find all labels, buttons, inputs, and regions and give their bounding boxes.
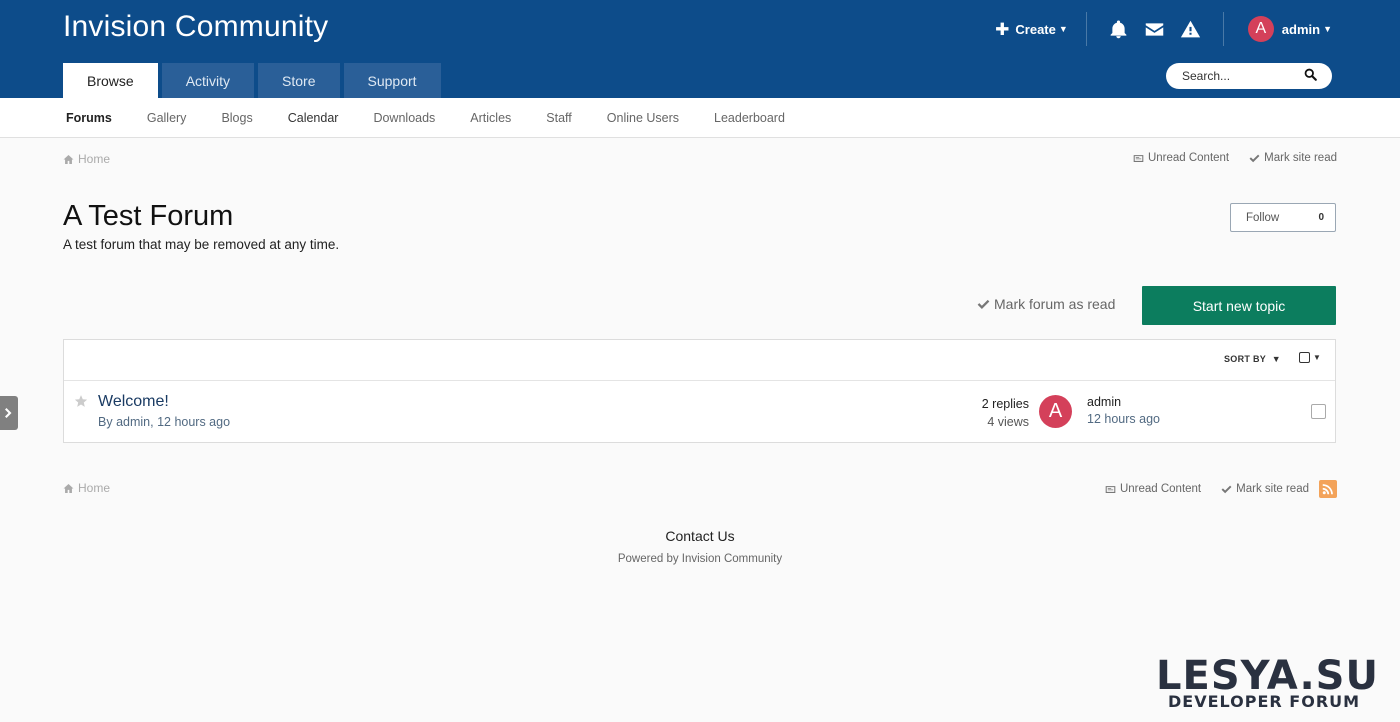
contact-us-link[interactable]: Contact Us	[665, 528, 734, 544]
search-icon[interactable]	[1304, 68, 1317, 84]
start-new-topic-button[interactable]: Start new topic	[1142, 286, 1336, 325]
watermark-logo: LESYA.SU	[1156, 653, 1379, 699]
user-bar: ✚ Create ▼ A admin ▼	[995, 10, 1332, 48]
mark-site-read-link[interactable]: Mark site read	[1221, 483, 1309, 495]
caret-down-icon: ▼	[1271, 354, 1281, 364]
check-icon	[977, 299, 990, 309]
search-placeholder: Search...	[1182, 69, 1231, 83]
breadcrumb-actions-bottom: Unread Content Mark site read	[1085, 480, 1337, 498]
main-nav-tabs: Browse Activity Store Support	[63, 63, 445, 98]
unread-icon	[1133, 154, 1144, 162]
site-title[interactable]: Invision Community	[63, 10, 328, 44]
bell-icon[interactable]	[1108, 18, 1130, 40]
topic-time: 12 hours ago	[157, 415, 231, 429]
breadcrumb[interactable]: Home	[63, 152, 110, 166]
username: admin	[1281, 21, 1321, 37]
breadcrumb-home: Home	[78, 152, 111, 166]
check-icon	[1221, 485, 1232, 493]
caret-down-icon: ▼	[1313, 353, 1321, 362]
checkbox-icon	[1299, 352, 1310, 363]
topic-list-header: SORT BY ▼ ▼	[64, 340, 1335, 381]
home-icon	[63, 483, 74, 493]
topic-select-checkbox[interactable]	[1311, 404, 1326, 419]
mark-site-read-link[interactable]: Mark site read	[1249, 152, 1337, 164]
subnav-downloads[interactable]: Downloads	[373, 111, 435, 125]
star-icon[interactable]	[74, 394, 88, 408]
follow-button[interactable]: Follow 0	[1230, 203, 1336, 232]
unread-content-link[interactable]: Unread Content	[1133, 152, 1229, 164]
plus-icon: ✚	[995, 19, 1010, 39]
last-post-time: 12 hours ago	[1087, 412, 1160, 426]
page-title: A Test Forum	[63, 200, 234, 232]
unread-content-label: Unread Content	[1147, 152, 1230, 164]
create-label: Create	[1015, 21, 1056, 37]
rss-icon[interactable]	[1319, 480, 1337, 498]
unread-content-label: Unread Content	[1119, 483, 1202, 495]
sort-by-label: SORT BY	[1224, 354, 1266, 364]
subnav-online-users[interactable]: Online Users	[607, 111, 679, 125]
topic-stats: 2 replies 4 views	[982, 395, 1029, 431]
breadcrumb-bottom[interactable]: Home	[63, 481, 110, 495]
subnav-staff[interactable]: Staff	[546, 111, 571, 125]
tab-store[interactable]: Store	[258, 63, 340, 98]
reply-count: 2 replies	[981, 397, 1029, 411]
mark-forum-read-label: Mark forum as read	[994, 296, 1116, 312]
site-header: Invision Community ✚ Create ▼ A admin ▼ …	[0, 0, 1400, 98]
create-button[interactable]: ✚ Create ▼	[995, 21, 1086, 38]
mark-site-read-label: Mark site read	[1236, 483, 1309, 495]
sort-by-menu[interactable]: SORT BY ▼	[1224, 354, 1281, 364]
envelope-icon[interactable]	[1144, 18, 1166, 40]
table-row: Welcome! By admin, 12 hours ago 2 replie…	[64, 381, 1335, 443]
subnav-forums[interactable]: Forums	[66, 111, 112, 125]
caret-down-icon: ▼	[1323, 24, 1332, 34]
sidebar-toggle[interactable]	[0, 396, 18, 430]
topic-author[interactable]: admin	[116, 415, 150, 429]
breadcrumb-actions: Unread Content Mark site read	[1113, 152, 1337, 164]
footer-contact: Contact Us	[0, 528, 1400, 544]
topic-meta-prefix: By	[98, 415, 117, 429]
tab-activity[interactable]: Activity	[161, 63, 255, 98]
home-icon	[63, 154, 74, 164]
sub-navigation: Forums Gallery Blogs Calendar Downloads …	[0, 98, 1400, 138]
avatar: A	[1247, 16, 1274, 42]
watermark-subtitle: DEVELOPER FORUM	[1168, 692, 1361, 711]
warning-icon[interactable]	[1180, 18, 1202, 40]
last-poster-name[interactable]: admin	[1087, 395, 1121, 409]
forum-description: A test forum that may be removed at any …	[63, 237, 340, 252]
follow-label: Follow	[1246, 211, 1280, 224]
chevron-right-icon	[5, 408, 12, 418]
topic-meta: By admin, 12 hours ago	[98, 415, 231, 429]
powered-by[interactable]: Powered by Invision Community	[0, 553, 1400, 565]
check-icon	[1249, 154, 1260, 162]
divider	[1222, 12, 1224, 46]
select-all-menu[interactable]: ▼	[1299, 352, 1321, 363]
follow-count: 0	[1318, 212, 1324, 223]
subnav-calendar[interactable]: Calendar	[288, 111, 339, 125]
mark-forum-read-link[interactable]: Mark forum as read	[977, 296, 1115, 312]
breadcrumb-home: Home	[78, 481, 111, 495]
caret-down-icon: ▼	[1058, 24, 1068, 34]
topic-title[interactable]: Welcome!	[98, 393, 169, 411]
search-input[interactable]: Search...	[1166, 63, 1332, 89]
unread-icon	[1105, 485, 1116, 493]
tab-browse[interactable]: Browse	[63, 63, 158, 98]
subnav-blogs[interactable]: Blogs	[221, 111, 252, 125]
avatar[interactable]: A	[1039, 395, 1072, 428]
tab-support[interactable]: Support	[343, 63, 441, 98]
subnav-gallery[interactable]: Gallery	[147, 111, 187, 125]
view-count: 4 views	[987, 415, 1029, 429]
divider	[1085, 12, 1087, 46]
mark-site-read-label: Mark site read	[1264, 152, 1337, 164]
subnav-leaderboard[interactable]: Leaderboard	[714, 111, 785, 125]
topic-list: SORT BY ▼ ▼ Welcome! By admin, 12 hours …	[63, 339, 1336, 443]
user-menu[interactable]: A admin ▼	[1247, 16, 1332, 42]
subnav-articles[interactable]: Articles	[470, 111, 511, 125]
unread-content-link[interactable]: Unread Content	[1105, 483, 1201, 495]
